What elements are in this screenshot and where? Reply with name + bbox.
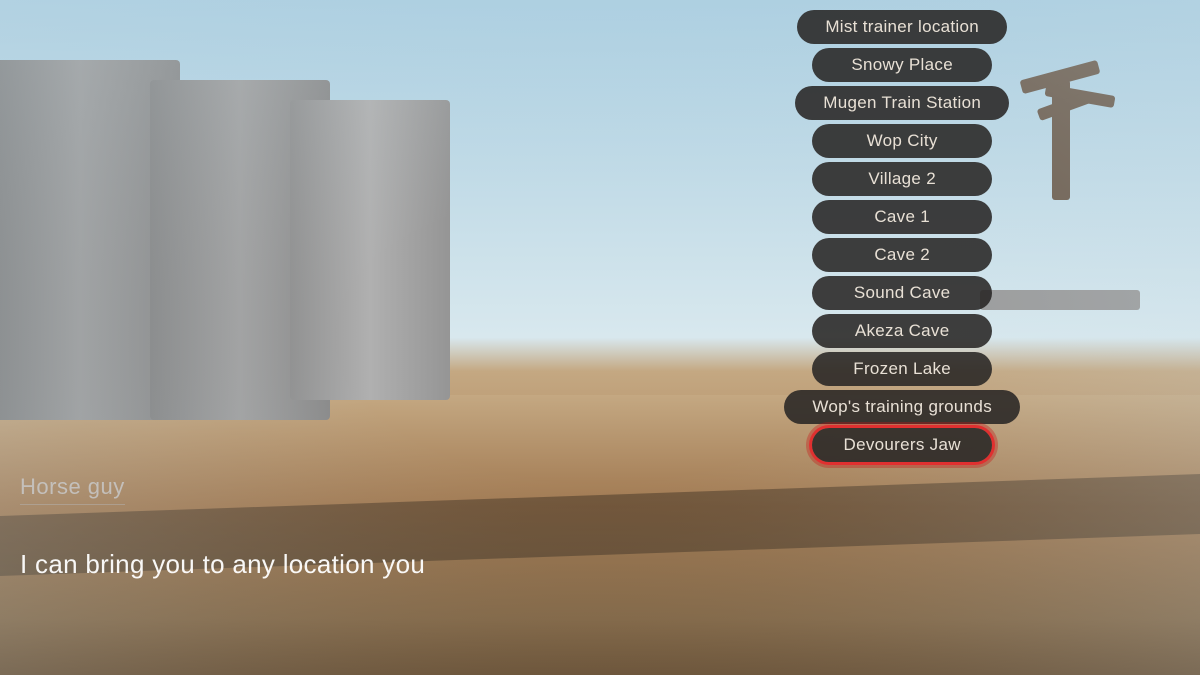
- location-menu: Mist trainer location Snowy Place Mugen Tr…: [784, 10, 1020, 462]
- location-btn-wops-training[interactable]: Wop's training grounds: [784, 390, 1020, 424]
- location-btn-wop-city[interactable]: Wop City: [812, 124, 992, 158]
- location-btn-sound-cave[interactable]: Sound Cave: [812, 276, 992, 310]
- location-btn-cave-2[interactable]: Cave 2: [812, 238, 992, 272]
- location-btn-frozen-lake[interactable]: Frozen Lake: [812, 352, 992, 386]
- location-btn-snowy-place[interactable]: Snowy Place: [812, 48, 992, 82]
- location-btn-cave-1[interactable]: Cave 1: [812, 200, 992, 234]
- npc-dialogue: I can bring you to any location you: [20, 549, 425, 580]
- npc-name: Horse guy: [20, 474, 125, 505]
- location-btn-devourers-jaw[interactable]: Devourers Jaw: [812, 428, 992, 462]
- location-btn-akeza-cave[interactable]: Akeza Cave: [812, 314, 992, 348]
- location-btn-village-2[interactable]: Village 2: [812, 162, 992, 196]
- location-btn-mugen-train[interactable]: Mugen Train Station: [795, 86, 1009, 120]
- location-btn-mist-trainer[interactable]: Mist trainer location: [797, 10, 1007, 44]
